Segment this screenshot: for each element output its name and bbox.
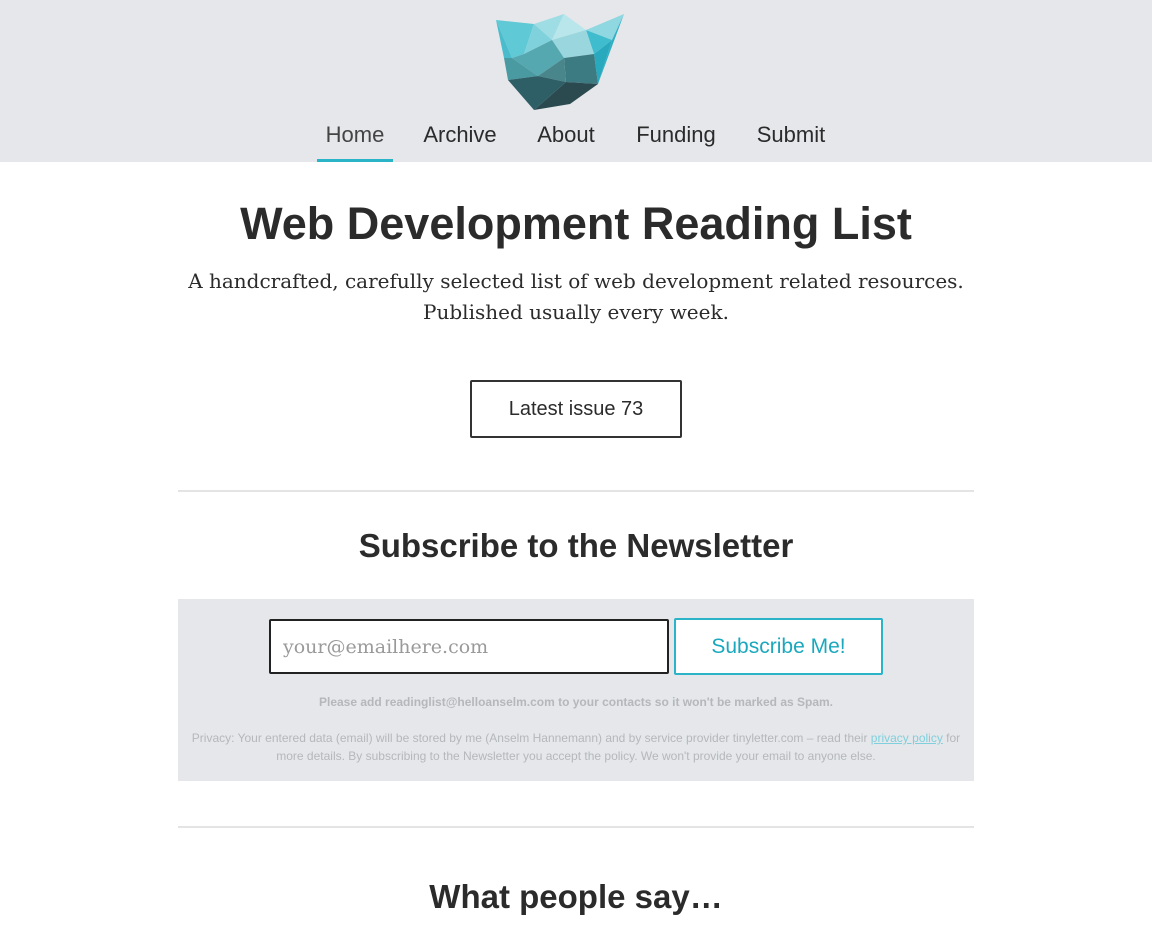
page-title: Web Development Reading List <box>240 198 912 249</box>
privacy-notice: Privacy: Your entered data (email) will … <box>188 729 964 765</box>
testimonials-title: What people say… <box>429 878 723 915</box>
site-header: Home Archive About Funding Submit <box>0 0 1152 162</box>
main-nav: Home Archive About Funding Submit <box>0 112 1152 162</box>
nav-item-archive[interactable]: Archive <box>414 120 506 162</box>
nav-item-funding[interactable]: Funding <box>626 120 726 162</box>
newsletter-title: Subscribe to the Newsletter <box>358 527 794 564</box>
section-divider <box>178 826 974 828</box>
latest-issue-button[interactable]: Latest issue 73 <box>470 380 682 438</box>
site-logo-icon[interactable] <box>494 14 624 110</box>
subtitle-line-1: A handcrafted, carefully selected list o… <box>188 269 964 293</box>
email-input[interactable] <box>269 619 669 674</box>
spam-note: Please add readinglist@helloanselm.com t… <box>318 695 834 709</box>
section-divider <box>178 490 974 492</box>
nav-item-submit[interactable]: Submit <box>746 120 836 162</box>
page-subtitle: A handcrafted, carefully selected list o… <box>176 266 976 328</box>
newsletter-form: Subscribe Me! Please add readinglist@hel… <box>178 599 974 781</box>
subscribe-button[interactable]: Subscribe Me! <box>674 618 883 675</box>
privacy-policy-link[interactable]: privacy policy <box>871 731 943 745</box>
nav-item-home[interactable]: Home <box>317 120 393 162</box>
subtitle-line-2: Published usually every week. <box>423 300 729 324</box>
privacy-text-prefix: Privacy: Your entered data (email) will … <box>191 731 868 745</box>
nav-item-about[interactable]: About <box>526 120 606 162</box>
